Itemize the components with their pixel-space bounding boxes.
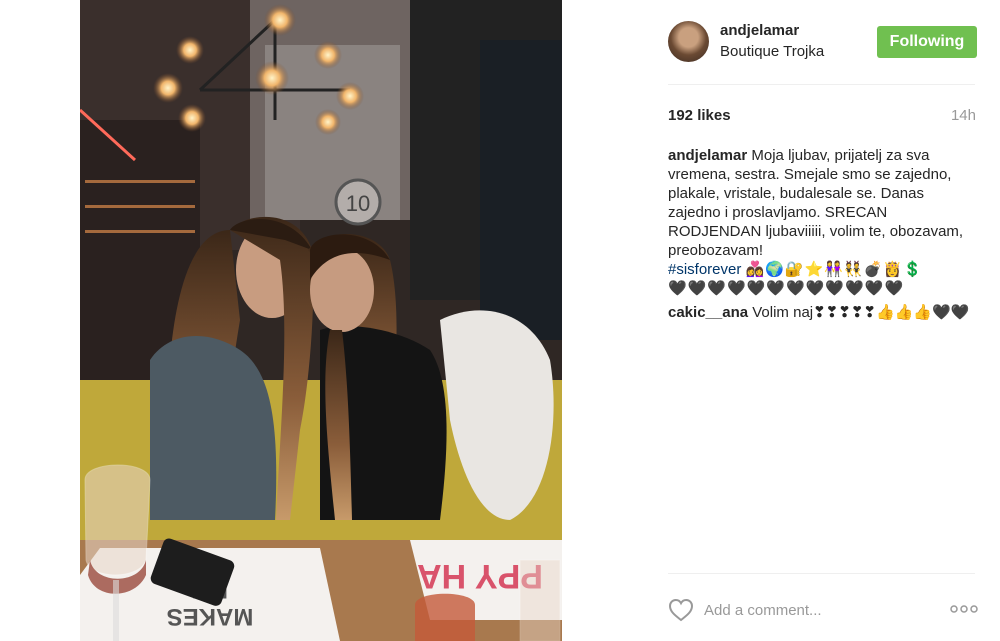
- placemat-text-left-2: MAKES: [167, 603, 254, 630]
- comment-username[interactable]: andjelamar: [668, 147, 747, 164]
- avatar[interactable]: [668, 21, 709, 62]
- more-options-icon[interactable]: [950, 604, 978, 614]
- emoji-sequence: 👩‍❤️‍👩🌍🔐⭐👭👯💣👸💲: [745, 261, 923, 278]
- post-photo[interactable]: 10 PPY HA ME MAKES: [80, 0, 562, 641]
- post-side-panel: andjelamar Boutique Trojka Following 192…: [562, 0, 1000, 641]
- comment-username[interactable]: cakic__ana: [668, 304, 748, 321]
- sign-number: 10: [346, 191, 370, 216]
- post-header: andjelamar Boutique Trojka Following: [562, 0, 1000, 84]
- likes-count[interactable]: 192 likes: [668, 107, 731, 124]
- divider: [668, 573, 975, 574]
- photo-image: 10 PPY HA ME MAKES: [80, 0, 562, 641]
- post-time[interactable]: 14h: [951, 107, 976, 124]
- divider: [668, 84, 975, 85]
- location-link[interactable]: Boutique Trojka: [720, 43, 824, 60]
- following-button[interactable]: Following: [877, 26, 977, 58]
- comment-item: cakic__ana Volim naj❣❣❣❣❣👍👍👍🖤🖤: [668, 303, 978, 322]
- add-comment-input[interactable]: [702, 598, 926, 622]
- heart-sequence: 🖤🖤🖤🖤🖤🖤🖤🖤🖤🖤🖤🖤: [668, 280, 905, 297]
- comments-list: andjelamar Moja ljubav, prijatelj za sva…: [668, 146, 978, 327]
- username-link[interactable]: andjelamar: [720, 22, 799, 39]
- comment-item: andjelamar Moja ljubav, prijatelj za sva…: [668, 146, 978, 298]
- hashtag-link[interactable]: #sisforever: [668, 261, 741, 278]
- like-heart-icon[interactable]: [668, 598, 694, 622]
- comment-text: Volim naj❣❣❣❣❣👍👍👍🖤🖤: [752, 304, 970, 321]
